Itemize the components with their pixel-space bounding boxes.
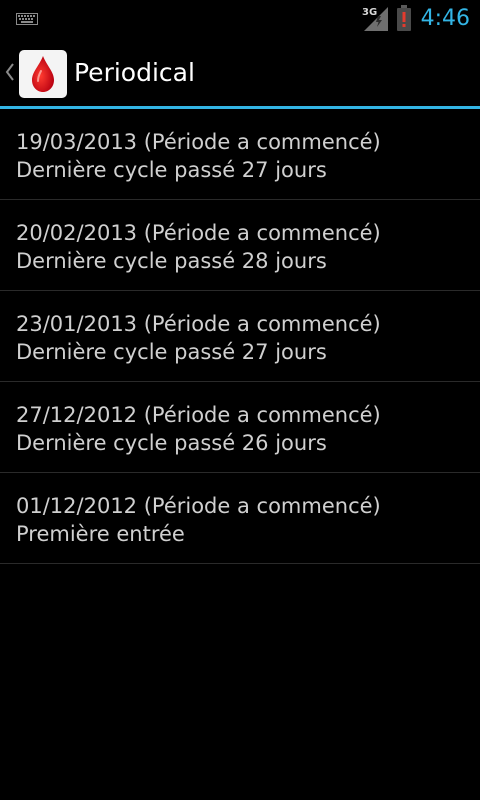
battery-alert-icon [397,5,411,31]
action-bar: Periodical [0,38,480,106]
signal-icon: 3G [362,7,388,31]
list-item[interactable]: 27/12/2012 (Période a commencé) Dernière… [0,382,480,473]
entry-detail: Dernière cycle passé 26 jours [16,431,327,455]
entry-date-line: 01/12/2012 (Période a commencé) [16,494,381,518]
entry-date-line: 20/02/2013 (Période a commencé) [16,221,381,245]
network-type-label: 3G [362,7,377,18]
entry-date-line: 27/12/2012 (Période a commencé) [16,403,381,427]
list-item[interactable]: 19/03/2013 (Période a commencé) Dernière… [0,109,480,200]
list-item[interactable]: 20/02/2013 (Période a commencé) Dernière… [0,200,480,291]
keyboard-icon [16,13,38,25]
blood-drop-icon [32,56,54,92]
entry-detail: Dernière cycle passé 28 jours [16,249,327,273]
entry-date-line: 19/03/2013 (Période a commencé) [16,130,381,154]
entry-date-line: 23/01/2013 (Période a commencé) [16,312,381,336]
entry-detail: Première entrée [16,522,185,546]
page-title: Periodical [74,58,195,87]
list-item[interactable]: 01/12/2012 (Période a commencé) Première… [0,473,480,564]
period-list: 19/03/2013 (Période a commencé) Dernière… [0,109,480,564]
up-caret-icon[interactable] [5,63,15,81]
app-logo[interactable] [19,50,67,98]
entry-detail: Dernière cycle passé 27 jours [16,340,327,364]
entry-detail: Dernière cycle passé 27 jours [16,158,327,182]
list-item[interactable]: 23/01/2013 (Période a commencé) Dernière… [0,291,480,382]
status-bar: 3G 4:46 [0,0,480,38]
status-clock: 4:46 [420,6,470,31]
